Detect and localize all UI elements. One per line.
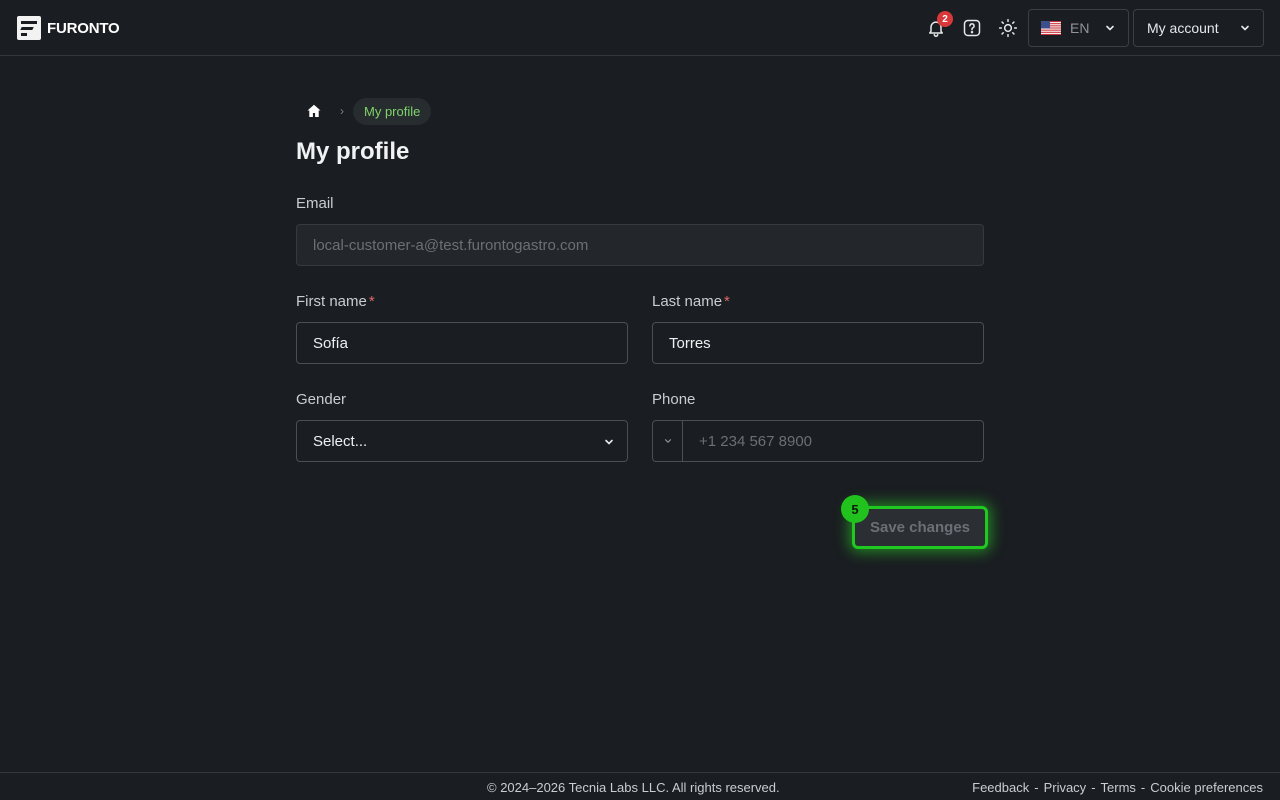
- notifications-button[interactable]: 2: [922, 11, 953, 42]
- footer-link-feedback[interactable]: Feedback: [972, 780, 1029, 795]
- sun-icon: [998, 18, 1018, 38]
- footer-link-privacy[interactable]: Privacy: [1044, 780, 1087, 795]
- brand-logo[interactable]: FURONTO: [17, 16, 120, 40]
- chevron-right-icon: ›: [340, 104, 344, 118]
- footer-link-terms[interactable]: Terms: [1101, 780, 1136, 795]
- notification-count-badge: 2: [937, 11, 953, 27]
- last-name-input[interactable]: Torres: [652, 322, 984, 364]
- step-number-badge: 5: [841, 495, 869, 523]
- help-button[interactable]: [958, 14, 986, 42]
- chevron-down-icon: [664, 439, 671, 443]
- first-name-label-text: First name: [296, 293, 367, 310]
- page-title: My profile: [296, 138, 410, 165]
- save-changes-button[interactable]: Save changes: [852, 506, 988, 549]
- footer-links: Feedback - Privacy - Terms - Cookie pref…: [972, 780, 1263, 795]
- gender-select[interactable]: Select...: [296, 420, 628, 462]
- my-account-label: My account: [1147, 20, 1219, 36]
- last-name-label-text: Last name: [652, 293, 723, 310]
- chevron-down-icon: [605, 439, 613, 445]
- my-account-button[interactable]: My account: [1133, 9, 1264, 47]
- breadcrumb-current[interactable]: My profile: [353, 97, 432, 125]
- chevron-down-icon: [1241, 25, 1249, 31]
- brand-name: FURONTO: [47, 19, 120, 37]
- top-bar: FURONTO 2 EN My account: [0, 0, 1280, 56]
- first-name-input[interactable]: Sofía: [296, 322, 628, 364]
- chevron-down-icon: [1106, 25, 1114, 31]
- required-mark: *: [724, 293, 730, 310]
- language-selector[interactable]: EN: [1028, 9, 1129, 47]
- footer-separator: -: [1140, 780, 1146, 795]
- breadcrumb-home[interactable]: [300, 97, 328, 125]
- help-icon: [963, 19, 981, 37]
- phone-input[interactable]: +1 234 567 8900: [683, 421, 983, 461]
- phone-field: +1 234 567 8900: [652, 420, 984, 462]
- home-icon: [307, 104, 321, 117]
- gender-select-value: Select...: [313, 432, 368, 450]
- country-code-dropdown[interactable]: [653, 421, 683, 461]
- us-flag-icon: [1041, 21, 1061, 35]
- gender-label: Gender: [296, 391, 347, 408]
- footer-link-cookie-preferences[interactable]: Cookie preferences: [1150, 780, 1263, 795]
- language-code: EN: [1070, 20, 1090, 36]
- last-name-label: Last name *: [652, 293, 730, 310]
- phone-label: Phone: [652, 391, 696, 408]
- required-mark: *: [368, 293, 375, 310]
- breadcrumb: › My profile: [300, 97, 432, 125]
- logo-mark-icon: [17, 16, 41, 40]
- footer-separator: -: [1034, 780, 1039, 795]
- theme-toggle-button[interactable]: [994, 14, 1022, 42]
- email-label: Email: [296, 195, 334, 212]
- email-field[interactable]: local-customer-a@test.furontogastro.com: [296, 224, 984, 266]
- footer-separator: -: [1091, 780, 1096, 795]
- footer: © 2024–2026 Tecnia Labs LLC. All rights …: [0, 772, 1280, 800]
- copyright-text: © 2024–2026 Tecnia Labs LLC. All rights …: [487, 780, 780, 795]
- first-name-label: First name *: [296, 293, 375, 310]
